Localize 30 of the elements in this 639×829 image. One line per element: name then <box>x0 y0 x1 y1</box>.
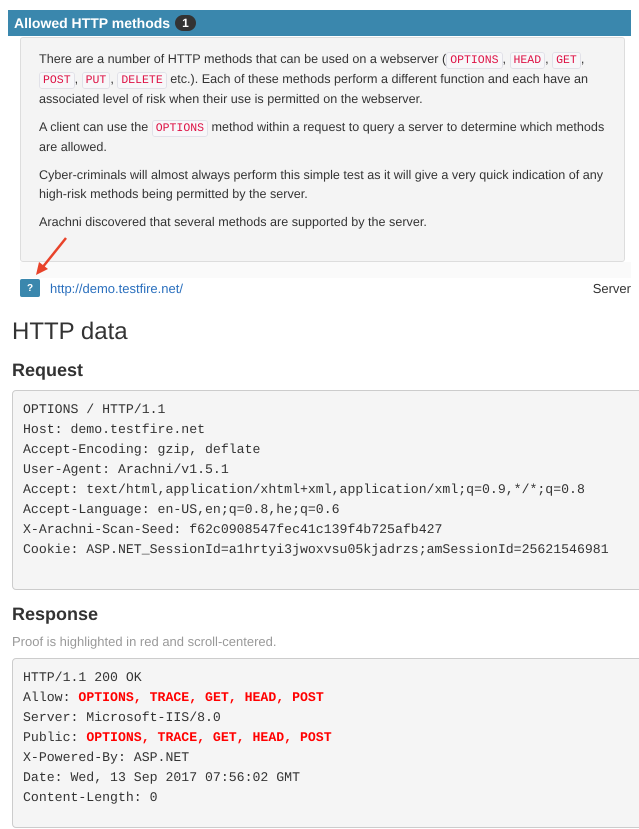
code-line: Accept-Language: en-US,en;q=0.8,he;q=0.6 <box>23 501 341 519</box>
code-line: Cookie: ASP.NET_SessionId=a1hrtyi3jwoxvsu05kjadrzs;amSessionId=25621546981 <box>23 541 610 559</box>
issue-title: Allowed HTTP methods <box>14 15 170 31</box>
code-line: X-Powered-By: ASP.NET <box>23 749 190 767</box>
description-paragraph: Arachni discovered that several methods are supported by the server. <box>39 214 428 231</box>
proof-note: Proof is highlighted in red and scroll-centered. <box>12 634 278 649</box>
description-paragraph: Cyber-criminals will almost always perform this simple test as it will give a very quick indication of any high-risk methods being permitted by the server. <box>39 167 604 203</box>
description-paragraph: There are a number of HTTP methods that can be used on a webserver ( OPTIONS , HEAD , GET , POST , PUT , DELETE etc.). Each of these methods perform a different function and each have an associated level of risk when their use is permitted on the webserver. <box>39 51 589 108</box>
code-line: OPTIONS / HTTP/1.1 <box>23 401 166 419</box>
code-line: Allow: OPTIONS, TRACE, GET, HEAD, POST <box>23 689 325 707</box>
request-heading: Request <box>12 360 84 381</box>
code-line: User-Agent: Arachni/v1.5.1 <box>23 461 230 479</box>
code-line: Accept: text/html,application/xhtml+xml,application/xml;q=0.9,*/*;q=0.8 <box>23 481 586 499</box>
issue-header[interactable]: Allowed HTTP methods 1 <box>8 10 631 36</box>
code-line: Host: demo.testfire.net <box>23 421 206 439</box>
code-line: Accept-Encoding: gzip, deflate <box>23 441 262 459</box>
code-line: Public: OPTIONS, TRACE, GET, HEAD, POST <box>23 729 333 747</box>
count-badge: 1 <box>175 15 196 31</box>
code-line: Date: Wed, 13 Sep 2017 07:56:02 GMT <box>23 769 301 787</box>
section-heading: HTTP data <box>12 318 129 346</box>
code-line: X-Arachni-Scan-Seed: f62c0908547fec41c139f4b725afb427 <box>23 521 444 539</box>
code-line: Content-Length: 0 <box>23 789 159 807</box>
description-paragraph: A client can use the OPTIONS method within a request to query a server to determine which methods are allowed. <box>39 119 606 156</box>
element-label: Server <box>592 280 631 296</box>
arrow-drawing <box>34 236 68 276</box>
url-link[interactable]: http://demo.testfire.net/ <box>50 280 583 296</box>
code-line: Server: Microsoft-IIS/8.0 <box>23 709 222 727</box>
response-heading: Response <box>12 604 100 625</box>
code-line: HTTP/1.1 200 OK <box>23 669 143 687</box>
help-button[interactable]: ? <box>20 279 40 297</box>
